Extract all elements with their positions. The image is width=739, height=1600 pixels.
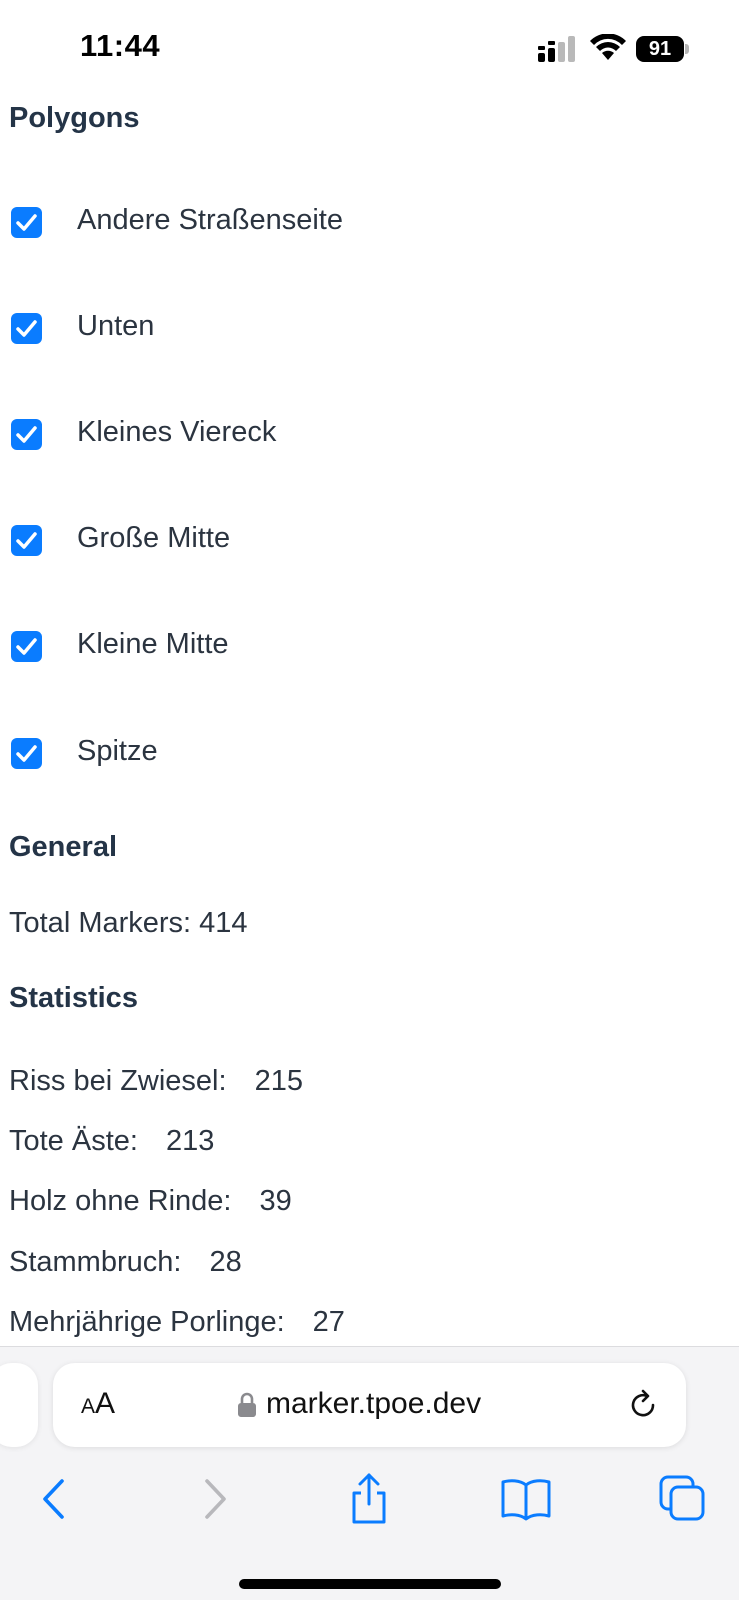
reload-icon[interactable] [627, 1388, 661, 1422]
stat-row: Holz ohne Rinde: 39 [9, 1185, 292, 1218]
general-heading: General [9, 831, 117, 863]
text-size-small-a: A [81, 1395, 96, 1418]
polygon-item-spitze[interactable]: Spitze [0, 730, 739, 780]
screen: 11:44 91 Polygons Andere Straßenseite Un… [0, 0, 739, 1600]
total-markers: Total Markers: 414 [9, 907, 248, 939]
back-chevron-icon[interactable] [27, 1471, 83, 1527]
polygon-item-label: Kleines Viereck [77, 416, 277, 448]
polygon-item-unten[interactable]: Unten [0, 305, 739, 355]
stat-value: 215 [254, 1065, 303, 1097]
polygon-item-andere-strassenseite[interactable]: Andere Straßenseite [0, 199, 739, 249]
polygon-item-label: Spitze [77, 735, 158, 767]
stat-value: 39 [259, 1185, 292, 1217]
wifi-icon [590, 34, 626, 60]
stat-label: Mehrjährige Porlinge: [9, 1306, 285, 1338]
polygon-item-kleine-mitte[interactable]: Kleine Mitte [0, 623, 739, 673]
polygon-item-label: Andere Straßenseite [77, 204, 343, 236]
checkbox-checked-icon[interactable] [11, 207, 42, 238]
stat-label: Riss bei Zwiesel: [9, 1065, 227, 1097]
statistics-heading: Statistics [9, 982, 138, 1014]
polygons-heading: Polygons [9, 102, 140, 134]
battery-indicator: 91 [636, 36, 689, 62]
checkbox-checked-icon[interactable] [11, 631, 42, 662]
stat-label: Holz ohne Rinde: [9, 1185, 232, 1217]
polygon-item-label: Große Mitte [77, 522, 231, 554]
tabs-icon[interactable] [655, 1471, 711, 1527]
text-size-large-a: A [95, 1387, 116, 1420]
battery-level: 91 [636, 36, 684, 62]
status-bar: 11:44 91 [0, 0, 739, 100]
share-icon[interactable] [341, 1471, 397, 1527]
battery-tip [685, 44, 689, 54]
forward-chevron-icon[interactable] [186, 1471, 242, 1527]
bookmarks-icon[interactable] [498, 1471, 554, 1527]
browser-bottom-bar: AA marker.tpoe.dev [0, 1346, 739, 1600]
polygon-item-grosse-mitte[interactable]: Große Mitte [0, 517, 739, 567]
stat-value: 27 [312, 1306, 345, 1338]
stat-value: 28 [209, 1246, 242, 1278]
stat-row: Riss bei Zwiesel: 215 [9, 1065, 303, 1098]
stat-label: Tote Äste: [9, 1125, 138, 1157]
stat-row: Tote Äste: 213 [9, 1125, 214, 1158]
checkbox-checked-icon[interactable] [11, 738, 42, 769]
url-text[interactable]: marker.tpoe.dev [266, 1387, 481, 1421]
checkbox-checked-icon[interactable] [11, 419, 42, 450]
checkbox-checked-icon[interactable] [11, 525, 42, 556]
previous-tab-preview[interactable] [0, 1363, 38, 1447]
page-content: Polygons Andere Straßenseite Unten Klein… [0, 100, 739, 1346]
stat-row: Mehrjährige Porlinge: 27 [9, 1306, 345, 1339]
home-indicator [239, 1579, 501, 1589]
stat-label: Stammbruch: [9, 1246, 182, 1278]
polygon-item-label: Kleine Mitte [77, 628, 229, 660]
lock-icon [238, 1392, 256, 1417]
address-bar[interactable]: AA marker.tpoe.dev [53, 1363, 686, 1447]
checkbox-checked-icon[interactable] [11, 313, 42, 344]
text-size-button[interactable]: AA [81, 1387, 115, 1421]
stat-value: 213 [165, 1125, 215, 1157]
cellular-signal-icon [538, 36, 575, 62]
status-time: 11:44 [80, 28, 161, 63]
stat-row: Stammbruch: 28 [9, 1246, 242, 1279]
polygon-item-label: Unten [77, 310, 155, 342]
polygon-item-kleines-viereck[interactable]: Kleines Viereck [0, 411, 739, 461]
